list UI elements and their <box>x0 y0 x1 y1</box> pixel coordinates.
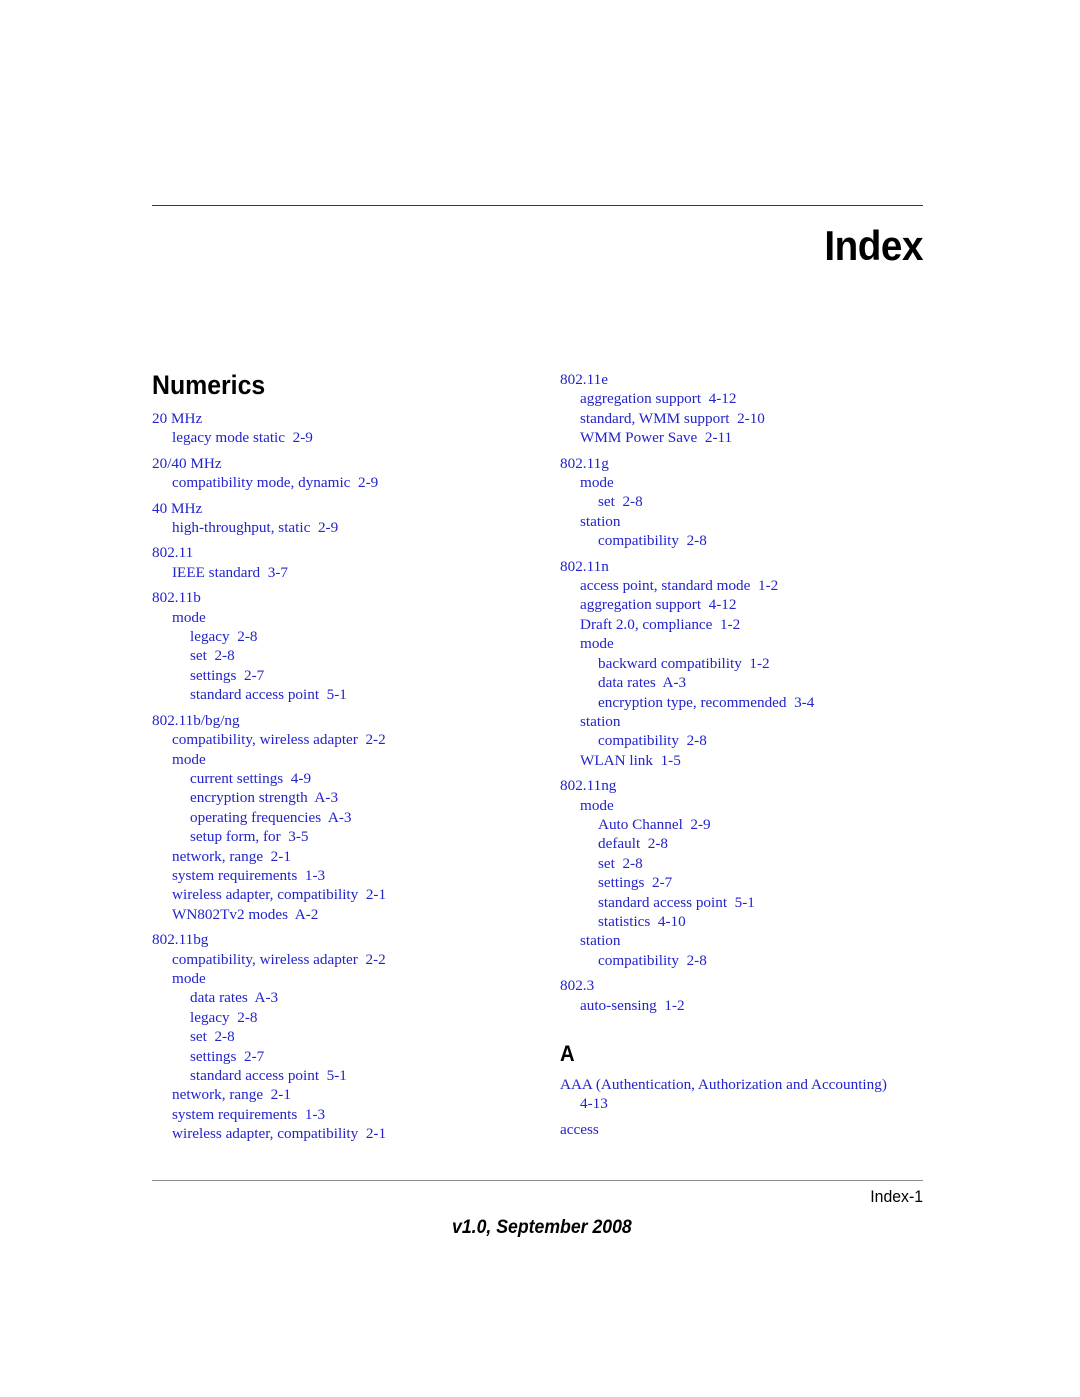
index-entry-sub: mode <box>172 608 206 626</box>
index-entry-sub: 4-13 <box>580 1095 608 1113</box>
index-entry-sub: high-throughput, static 2-9 <box>172 519 339 537</box>
index-column-right: 802.11e aggregation support 4-12 standard,… <box>560 370 932 1139</box>
index-entry-primary: AAA (Authentication, Authorization and A… <box>560 1076 887 1093</box>
index-entry-sub: standard access point 5-1 <box>190 686 347 704</box>
index-entry-primary: 802.11e <box>560 371 608 388</box>
index-entry-sub: set 2-8 <box>190 1028 235 1046</box>
footer-rule <box>152 1180 923 1181</box>
right-column-groups-bottom: AAA (Authentication, Authorization and A… <box>560 1075 932 1139</box>
index-group: AAA (Authentication, Authorization and A… <box>560 1075 932 1114</box>
index-entry-sub: compatibility 2-8 <box>598 732 707 750</box>
index-entry-sub: mode <box>580 635 614 653</box>
index-entry-sub: encryption type, recommended 3-4 <box>598 693 815 711</box>
page-title: Index <box>824 222 923 269</box>
index-entry-primary: 802.11b/bg/ng <box>152 711 240 729</box>
index-group: 802.3 auto-sensing 1-2 <box>560 976 932 1015</box>
index-group: 40 MHz high-throughput, static 2-9 <box>152 499 524 538</box>
index-entry-primary: 802.3 <box>560 977 595 995</box>
index-entry-sub: settings 2-7 <box>598 874 673 892</box>
index-page: Index Numerics 20 MHz legacy mode static … <box>0 0 1080 1397</box>
index-entry-primary: 802.11 <box>152 544 194 562</box>
index-entry-sub: legacy 2-8 <box>190 628 258 646</box>
index-entry-primary: 40 MHz <box>152 499 203 517</box>
index-entry-sub: aggregation support 4-12 <box>580 390 737 408</box>
letter-heading-a: A <box>560 1041 575 1066</box>
index-entry-sub: compatibility, wireless adapter 2-2 <box>172 731 386 749</box>
index-entry-sub: settings 2-7 <box>190 666 265 684</box>
index-group: 802.11n access point, standard mode 1-2 ag… <box>560 557 932 770</box>
index-entry-sub: mode <box>172 969 206 987</box>
index-entry-primary: 20/40 MHz <box>152 454 222 472</box>
index-group: 802.11e aggregation support 4-12 standard,… <box>560 370 932 448</box>
letter-heading-numerics: Numerics <box>152 370 266 400</box>
left-column-groups: 20 MHz legacy mode static 2-9 20/40 MHz com… <box>152 409 524 1144</box>
index-entry-sub: mode <box>580 796 614 814</box>
index-entry-sub: station <box>580 512 621 530</box>
index-entry-sub: mode <box>580 474 614 492</box>
index-group: 802.11 IEEE standard 3-7 <box>152 543 524 582</box>
index-entry-sub: aggregation support 4-12 <box>580 596 737 614</box>
index-entry-sub: compatibility, wireless adapter 2-2 <box>172 950 386 968</box>
index-entry-sub: operating frequencies A-3 <box>190 808 352 826</box>
index-entry-sub: compatibility 2-8 <box>598 532 707 550</box>
index-entry-sub: set 2-8 <box>190 647 235 665</box>
index-entry-primary: 802.11ng <box>560 777 617 795</box>
index-entry-sub: default 2-8 <box>598 835 669 853</box>
index-entry-sub: legacy mode static 2-9 <box>172 429 313 447</box>
index-group: 20/40 MHz compatibility mode, dynamic 2-9 <box>152 454 524 493</box>
index-entry-sub: wireless adapter, compatibility 2-1 <box>172 1125 387 1143</box>
index-group: access <box>560 1120 932 1139</box>
index-entry-sub: compatibility mode, dynamic 2-9 <box>172 474 379 492</box>
index-entry-primary: 802.11g <box>560 454 609 472</box>
index-entry-sub: Auto Channel 2-9 <box>598 815 711 833</box>
index-group: 802.11b/bg/ng compatibility, wireless ada… <box>152 711 524 924</box>
index-entry-sub: standard access point 5-1 <box>598 893 755 911</box>
page-folio: Index-1 <box>870 1187 923 1206</box>
index-entry-sub: set 2-8 <box>598 854 643 872</box>
index-entry-sub: encryption strength A-3 <box>190 789 339 807</box>
header-rule <box>152 205 923 206</box>
index-entry-sub: current settings 4-9 <box>190 769 312 787</box>
index-entry-sub: station <box>580 712 621 730</box>
index-entry-sub: data rates A-3 <box>598 674 687 692</box>
index-entry-primary: 802.11n <box>560 557 609 575</box>
index-entry-sub: legacy 2-8 <box>190 1008 258 1026</box>
index-entry-sub: network, range 2-1 <box>172 847 291 865</box>
index-entry-sub: system requirements 1-3 <box>172 1105 326 1123</box>
index-entry-sub: setup form, for 3-5 <box>190 828 309 846</box>
index-entry-primary: 802.11bg <box>152 931 209 949</box>
index-entry-sub: backward compatibility 1-2 <box>598 654 770 672</box>
index-group: 802.11bg compatibility, wireless adapter … <box>152 930 524 1143</box>
index-column-left: Numerics 20 MHz legacy mode static 2-9 20/… <box>152 370 524 1144</box>
index-entry-primary: 20 MHz <box>152 410 203 427</box>
index-entry-sub: auto-sensing 1-2 <box>580 996 685 1014</box>
index-entry-sub: station <box>580 932 621 950</box>
document-version: v1.0, September 2008 <box>452 1217 632 1238</box>
index-entry-sub: WN802Tv2 modes A-2 <box>172 905 319 923</box>
index-entry-sub: statistics 4-10 <box>598 912 686 930</box>
index-entry-primary: 802.11b <box>152 589 201 607</box>
right-column-groups-top: 802.11e aggregation support 4-12 standard,… <box>560 370 932 1015</box>
index-entry-sub: access point, standard mode 1-2 <box>580 577 779 595</box>
index-entry-sub: compatibility 2-8 <box>598 951 707 969</box>
index-entry-primary: access <box>560 1120 599 1138</box>
index-entry-sub: network, range 2-1 <box>172 1086 291 1104</box>
index-entry-sub: WLAN link 1-5 <box>580 751 681 769</box>
index-group: 802.11ng mode Auto Channel 2-9 default 2-8 s… <box>560 776 932 970</box>
index-entry-sub: WMM Power Save 2-11 <box>580 429 733 447</box>
index-group: 802.11b mode legacy 2-8 set 2-8 settings 2-7… <box>152 588 524 704</box>
index-entry-sub: set 2-8 <box>598 493 643 511</box>
index-entry-sub: data rates A-3 <box>190 989 279 1007</box>
index-entry-sub: wireless adapter, compatibility 2-1 <box>172 886 387 904</box>
index-entry-sub: settings 2-7 <box>190 1047 265 1065</box>
index-entry-sub: standard, WMM support 2-10 <box>580 409 765 427</box>
index-entry-sub: mode <box>172 750 206 768</box>
index-entry-sub: Draft 2.0, compliance 1-2 <box>580 615 741 633</box>
index-group: 802.11g mode set 2-8 station compatibility 2… <box>560 454 932 551</box>
index-entry-sub: IEEE standard 3-7 <box>172 563 288 581</box>
index-entry-sub: system requirements 1-3 <box>172 866 326 884</box>
index-entry-sub: standard access point 5-1 <box>190 1067 347 1084</box>
index-group: 20 MHz legacy mode static 2-9 <box>152 409 524 448</box>
